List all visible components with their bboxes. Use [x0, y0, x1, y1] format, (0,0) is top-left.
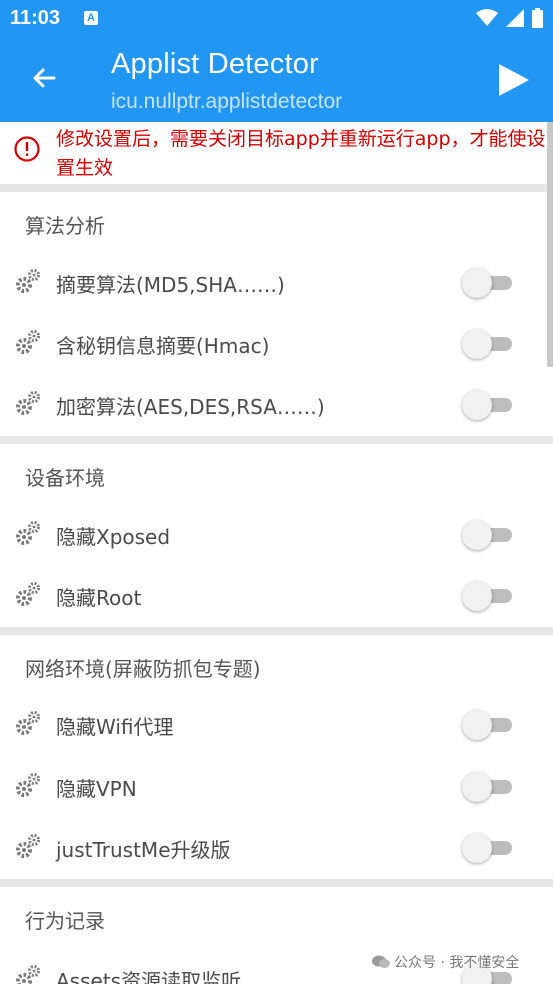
gears-icon [16, 521, 40, 545]
toggle-switch[interactable] [462, 710, 514, 740]
toggle-switch[interactable] [462, 581, 514, 611]
status-icons [476, 8, 543, 28]
setting-label: 隐藏VPN [56, 777, 137, 801]
error-icon [14, 136, 40, 162]
setting-row-hide-vpn[interactable]: 隐藏VPN [0, 757, 553, 818]
setting-row-hide-wifi-proxy[interactable]: 隐藏Wifi代理 [0, 695, 553, 756]
gears-icon [16, 582, 40, 606]
gears-icon [16, 269, 40, 293]
setting-row-just-trust-me[interactable]: justTrustMe升级版 [0, 818, 553, 879]
section-header-behavior: 行为记录 [25, 909, 105, 933]
setting-label: 隐藏Wifi代理 [56, 715, 174, 739]
section-header-network: 网络环境(屏蔽防抓包专题) [25, 657, 261, 681]
wechat-icon [372, 955, 390, 968]
setting-row-encryption[interactable]: 加密算法(AES,DES,RSA……) [0, 375, 553, 436]
gears-icon [16, 391, 40, 415]
setting-label: 隐藏Xposed [56, 525, 171, 549]
app-bar: Applist Detector icu.nullptr.applistdete… [0, 38, 553, 122]
setting-label: justTrustMe升级版 [56, 838, 231, 862]
gears-icon [16, 773, 40, 797]
status-time: 11:03 [10, 7, 61, 29]
section-divider [0, 184, 553, 192]
setting-row-hmac[interactable]: 含秘钥信息摘要(Hmac) [0, 314, 553, 375]
toggle-switch[interactable] [462, 390, 514, 420]
scrollbar[interactable] [547, 122, 553, 367]
back-arrow-icon[interactable] [28, 62, 60, 94]
wifi-icon [476, 9, 498, 26]
section-divider [0, 879, 553, 887]
setting-label: 加密算法(AES,DES,RSA……) [56, 395, 325, 419]
signal-icon [506, 9, 524, 27]
gears-icon [16, 330, 40, 354]
battery-icon [532, 8, 543, 28]
setting-label: 含秘钥信息摘要(Hmac) [56, 334, 270, 358]
warning-text: 修改设置后，需要关闭目标app并重新运行app，才能使设置生效 [56, 128, 546, 179]
gears-icon [16, 965, 40, 984]
notification-badge-icon: A [84, 11, 98, 25]
toggle-switch[interactable] [462, 268, 514, 298]
gears-icon [16, 834, 40, 858]
play-icon[interactable] [495, 62, 531, 98]
section-header-algorithm: 算法分析 [25, 214, 105, 238]
setting-label: Assets资源读取监听 [56, 969, 242, 984]
section-divider [0, 627, 553, 635]
section-divider [0, 436, 553, 444]
app-title: Applist Detector [111, 48, 319, 80]
watermark-text: 公众号 · 我不懂安全 [394, 955, 520, 971]
status-bar: 11:03 A [0, 0, 553, 38]
setting-row-hide-root[interactable]: 隐藏Root [0, 566, 553, 627]
gears-icon [16, 711, 40, 735]
section-header-device: 设备环境 [25, 466, 105, 490]
setting-row-hide-xposed[interactable]: 隐藏Xposed [0, 505, 553, 566]
app-package-name: icu.nullptr.applistdetector [111, 90, 343, 113]
toggle-switch[interactable] [462, 520, 514, 550]
setting-label: 摘要算法(MD5,SHA……) [56, 273, 285, 297]
toggle-switch[interactable] [462, 772, 514, 802]
toggle-switch[interactable] [462, 833, 514, 863]
warning-banner: 修改设置后，需要关闭目标app并重新运行app，才能使设置生效 [0, 122, 553, 184]
toggle-switch[interactable] [462, 329, 514, 359]
watermark: 公众号 · 我不懂安全 [372, 952, 519, 972]
setting-label: 隐藏Root [56, 586, 142, 610]
setting-row-digest[interactable]: 摘要算法(MD5,SHA……) [0, 253, 553, 314]
